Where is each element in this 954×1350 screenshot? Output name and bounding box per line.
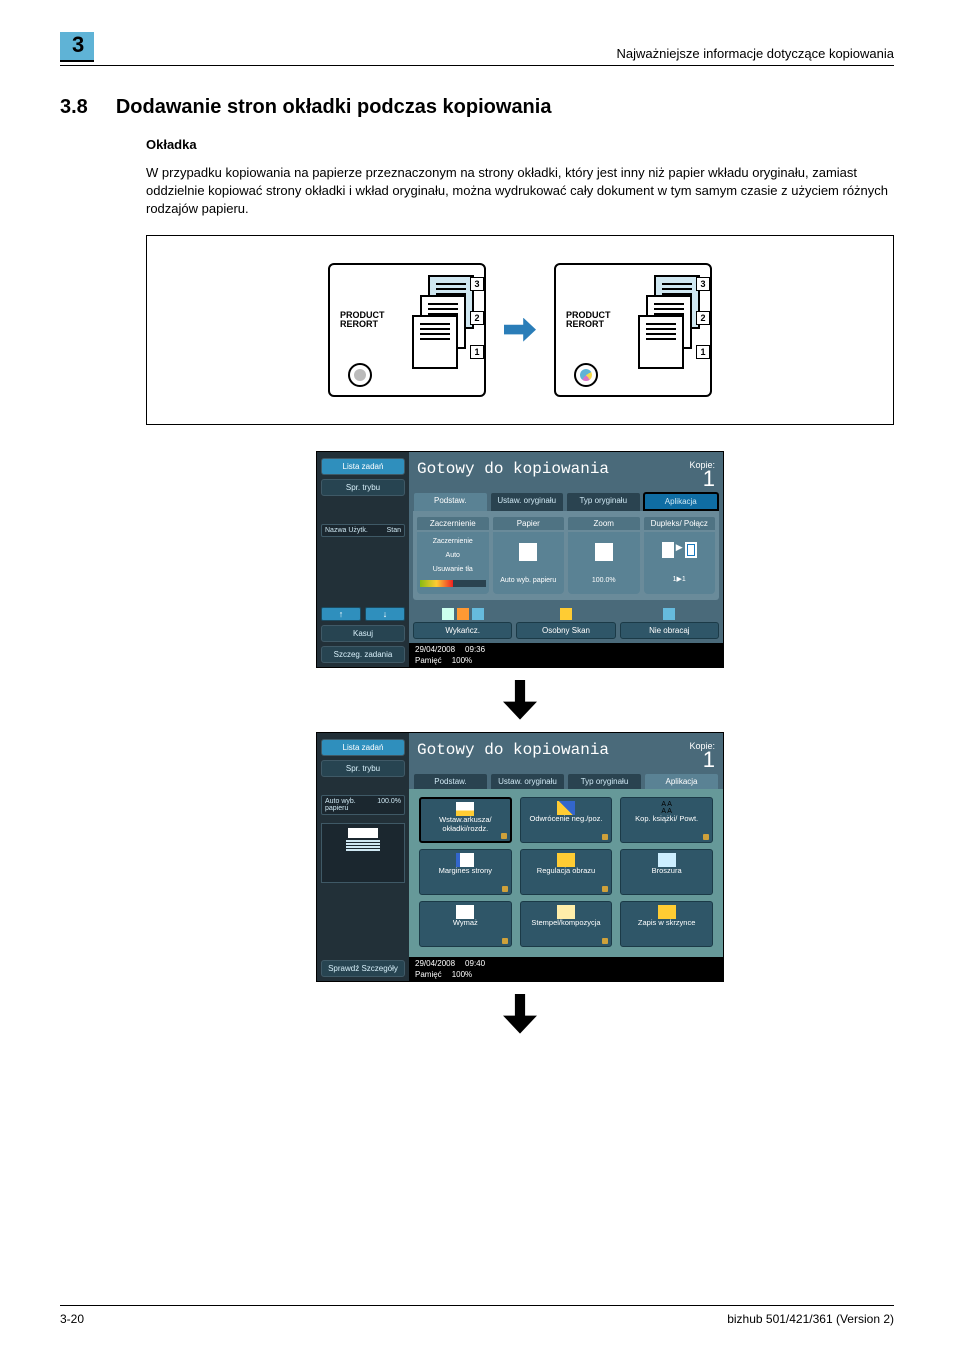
section-number: 3.8 bbox=[60, 96, 88, 119]
tab-spr-trybu[interactable]: Spr. trybu bbox=[321, 760, 405, 777]
tab-typ-oryginalu[interactable]: Typ oryginału bbox=[567, 773, 642, 789]
report-label: PRODUCT RERORT bbox=[340, 311, 385, 331]
setting-zoom[interactable]: 100.0% bbox=[568, 532, 640, 594]
app-stempel[interactable]: Stempel/kompozycja bbox=[520, 901, 613, 947]
kopie-counter: Kopie:1 bbox=[689, 460, 715, 488]
app-broszura[interactable]: Broszura bbox=[620, 849, 713, 895]
up-button[interactable]: ↑ bbox=[321, 607, 361, 621]
app-wymaz[interactable]: Wymaż bbox=[419, 901, 512, 947]
arrow-right-icon: ▶ bbox=[676, 542, 683, 558]
rotate-icon bbox=[620, 608, 719, 620]
screen-footer: Pamięć100% bbox=[409, 656, 723, 667]
wykancz-button[interactable]: Wykańcz. bbox=[413, 622, 512, 639]
diagram-output: PRODUCT RERORT 3 2 1 bbox=[554, 263, 712, 397]
density-meter-icon bbox=[420, 580, 486, 587]
paper-icon bbox=[519, 543, 537, 561]
kasuj-button[interactable]: Kasuj bbox=[321, 625, 405, 642]
app-regulacja-obrazu[interactable]: Regulacja obrazu bbox=[520, 849, 613, 895]
num-badge: 3 bbox=[470, 277, 484, 291]
status-row: Auto wyb. papieru100.0% bbox=[321, 795, 405, 815]
col-dupleks: Dupleks/ Połącz bbox=[644, 517, 716, 530]
preview-icon bbox=[321, 823, 405, 883]
screen-title: Gotowy do kopiowania bbox=[417, 460, 609, 478]
col-papier: Papier bbox=[493, 517, 565, 530]
subsection-title: Okładka bbox=[146, 137, 894, 152]
chapter-tab: 3 bbox=[60, 32, 94, 62]
save-box-icon bbox=[658, 905, 676, 919]
stamp-icon bbox=[557, 905, 575, 919]
scan-icon bbox=[516, 608, 615, 620]
tab-lista-zadan[interactable]: Lista zadań bbox=[321, 739, 405, 756]
num-badge: 1 bbox=[696, 345, 710, 359]
margin-icon bbox=[456, 853, 474, 867]
app-odwrocenie[interactable]: Odwrócenie neg./poz. bbox=[520, 797, 613, 843]
cover-diagram: PRODUCT RERORT 3 2 1 PRODUCT RERORT bbox=[146, 235, 894, 425]
page-single-icon bbox=[685, 542, 697, 558]
neg-pos-icon bbox=[557, 801, 575, 815]
num-badge: 2 bbox=[470, 311, 484, 325]
app-zapis-skrzynce[interactable]: Zapis w skrzynce bbox=[620, 901, 713, 947]
finish-icons bbox=[413, 608, 512, 620]
tab-podstaw[interactable]: Podstaw. bbox=[413, 492, 488, 511]
app-margines[interactable]: Margines strony bbox=[419, 849, 512, 895]
kopie-counter: Kopie:1 bbox=[689, 741, 715, 769]
setting-dupleks[interactable]: ▶ 1▶1 bbox=[644, 532, 716, 594]
sprawdz-szczegoly-button[interactable]: Sprawdź Szczegóły bbox=[321, 960, 405, 977]
num-badge: 2 bbox=[696, 311, 710, 325]
osobny-skan-button[interactable]: Osobny Skan bbox=[516, 622, 615, 639]
sheet-icon bbox=[638, 315, 684, 369]
screen-title: Gotowy do kopiowania bbox=[417, 741, 609, 759]
report-label: PRODUCT RERORT bbox=[566, 311, 611, 331]
model-info: bizhub 501/421/361 (Version 2) bbox=[727, 1312, 894, 1326]
status-row: Nazwa Użytk.Stan bbox=[321, 524, 405, 537]
nie-obracaj-button[interactable]: Nie obracaj bbox=[620, 622, 719, 639]
page-single-icon bbox=[662, 542, 674, 558]
arrow-down-icon bbox=[503, 994, 537, 1034]
sheet-icon bbox=[412, 315, 458, 369]
num-badge: 1 bbox=[470, 345, 484, 359]
running-header: Najważniejsze informacje dotyczące kopio… bbox=[60, 46, 894, 66]
body-paragraph: W przypadku kopiowania na papierze przez… bbox=[146, 164, 894, 219]
copier-screen-basic: Lista zadań Spr. trybu Nazwa Użytk.Stan … bbox=[316, 451, 724, 668]
page-number: 3-20 bbox=[60, 1312, 84, 1326]
app-kop-ksiazki[interactable]: A AA AKop. książki/ Powt. bbox=[620, 797, 713, 843]
down-button[interactable]: ↓ bbox=[365, 607, 405, 621]
tab-spr-trybu[interactable]: Spr. trybu bbox=[321, 479, 405, 496]
section-title: Dodawanie stron okładki podczas kopiowan… bbox=[116, 96, 552, 119]
arrow-right-icon bbox=[504, 318, 536, 342]
col-zaczernienie: Zaczernienie bbox=[417, 517, 489, 530]
tab-lista-zadan[interactable]: Lista zadań bbox=[321, 458, 405, 475]
screen-footer: Pamięć100% bbox=[409, 970, 723, 981]
setting-papier[interactable]: Auto wyb. papieru bbox=[493, 532, 565, 594]
tab-aplikacja[interactable]: Aplikacja bbox=[644, 773, 719, 789]
app-wstaw-arkusza[interactable]: Wstaw.arkusza/ okładki/rozdz. bbox=[419, 797, 512, 843]
booklet-icon bbox=[658, 853, 676, 867]
setting-zaczernienie[interactable]: Zaczernienie Auto Usuwanie tła bbox=[417, 532, 489, 594]
image-adjust-icon bbox=[557, 853, 575, 867]
erase-icon bbox=[456, 905, 474, 919]
screen-footer: 29/04/200809:36 bbox=[409, 643, 723, 656]
col-zoom: Zoom bbox=[568, 517, 640, 530]
tab-aplikacja[interactable]: Aplikacja bbox=[643, 492, 720, 511]
tab-podstaw[interactable]: Podstaw. bbox=[413, 773, 488, 789]
tab-ustaw-oryginalu[interactable]: Ustaw. oryginału bbox=[490, 773, 565, 789]
szczeg-zadania-button[interactable]: Szczeg. zadania bbox=[321, 646, 405, 663]
tab-typ-oryginalu[interactable]: Typ oryginału bbox=[566, 492, 641, 511]
gear-icon bbox=[348, 363, 372, 387]
gear-color-icon bbox=[574, 363, 598, 387]
screen-footer: 29/04/200809:40 bbox=[409, 957, 723, 970]
zoom-icon bbox=[595, 543, 613, 561]
insert-sheet-icon bbox=[456, 802, 474, 816]
diagram-original: PRODUCT RERORT 3 2 1 bbox=[328, 263, 486, 397]
repeat-icon: A AA A bbox=[661, 801, 672, 815]
num-badge: 3 bbox=[696, 277, 710, 291]
tab-ustaw-oryginalu[interactable]: Ustaw. oryginału bbox=[490, 492, 565, 511]
arrow-down-icon bbox=[503, 680, 537, 720]
copier-screen-aplikacja: Lista zadań Spr. trybu Auto wyb. papieru… bbox=[316, 732, 724, 982]
